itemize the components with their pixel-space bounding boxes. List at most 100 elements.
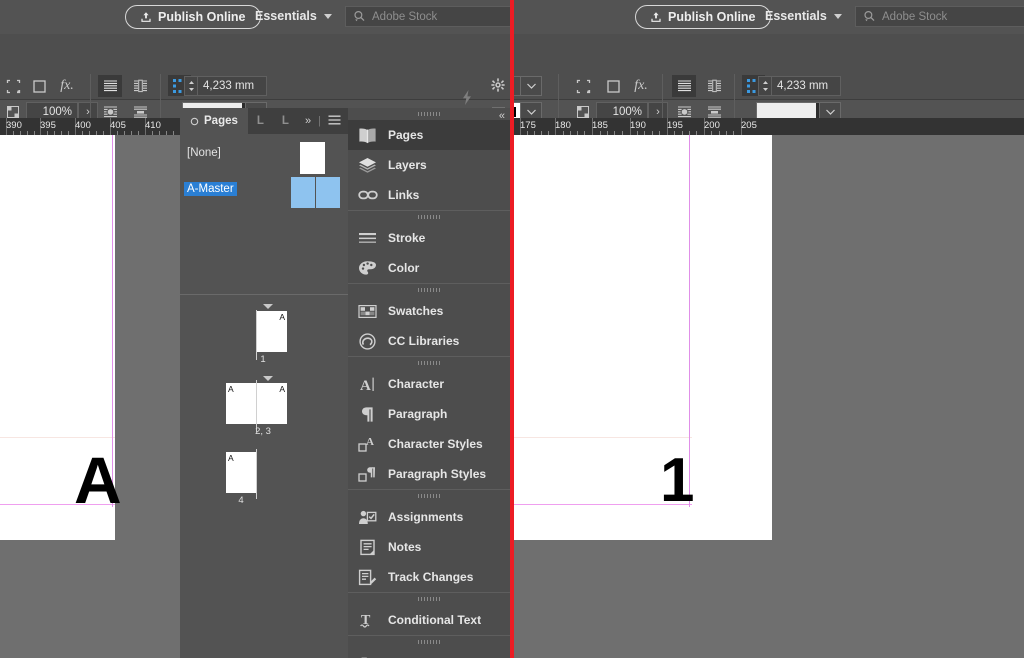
dock-item-notes[interactable]: Notes	[348, 532, 510, 562]
page-number-4[interactable]: 4	[230, 495, 252, 506]
gear-icon[interactable]	[488, 75, 508, 95]
horizontal-guide[interactable]	[514, 437, 692, 438]
master-name-a-master[interactable]: A-Master	[184, 182, 237, 196]
dock-item-character[interactable]: A Character	[348, 369, 510, 399]
tab-layers-shortcut[interactable]: L	[248, 108, 273, 134]
document-canvas-right[interactable]: 1	[514, 135, 1024, 658]
text-wrap-bounding-icon[interactable]	[702, 75, 726, 97]
select-content-icon[interactable]	[2, 76, 24, 96]
dock-group-grip[interactable]	[348, 636, 510, 648]
dock-item-label: Paragraph	[388, 407, 448, 421]
master-row-none[interactable]: [None]	[180, 142, 348, 174]
text-wrap-none-icon[interactable]	[672, 75, 696, 97]
horizontal-ruler-left[interactable]: 390 395 400 405 410	[0, 118, 180, 135]
horizontal-guide[interactable]	[0, 437, 115, 438]
offset-field[interactable]: 4,233 mm	[771, 76, 841, 96]
page-number-glyph[interactable]: 1	[660, 450, 694, 512]
fx-icon[interactable]: fx.	[630, 76, 652, 96]
dock-group-grip[interactable]	[348, 490, 510, 502]
search-icon	[353, 10, 366, 23]
text-wrap-bounding-icon[interactable]	[128, 75, 152, 97]
workspace-switcher[interactable]: Essentials	[765, 9, 842, 23]
container-icon[interactable]	[28, 76, 50, 96]
horizontal-ruler-right[interactable]: 175 180 185 190 195 200 205	[514, 118, 1024, 135]
dock-item-paragraph-styles[interactable]: Paragraph Styles	[348, 459, 510, 489]
dock-item-color[interactable]: Color	[348, 253, 510, 283]
master-row-a[interactable]: A-Master	[180, 177, 348, 209]
master-indicator-triangle	[263, 304, 273, 309]
dock-item-conditional-text[interactable]: T Conditional Text	[348, 605, 510, 635]
application-bar: Publish Online Essentials Adobe Stock	[514, 0, 1024, 34]
stepper-up-down-icon[interactable]	[758, 76, 771, 96]
comparison-pane-right: Publish Online Essentials Adobe Stock fx…	[514, 0, 1024, 658]
stepper-up-down-icon[interactable]	[184, 76, 197, 96]
chevron-down-icon[interactable]	[520, 77, 541, 95]
page-letter-glyph[interactable]: A	[74, 447, 122, 513]
comparison-split-divider	[510, 0, 514, 658]
dock-item-pages[interactable]: Pages	[348, 120, 510, 150]
dock-group-grip[interactable]	[348, 284, 510, 296]
dock-item-cc-libraries[interactable]: CC Libraries	[348, 326, 510, 356]
dock-item-links[interactable]: Links	[348, 180, 510, 210]
dock-item-track-changes[interactable]: Track Changes	[348, 562, 510, 592]
workspace-switcher[interactable]: Essentials	[255, 9, 332, 23]
page-spread-1[interactable]: A 1	[180, 296, 348, 376]
tab-divider: |	[318, 115, 321, 127]
tab-pages-label: Pages	[204, 115, 238, 127]
container-icon[interactable]	[602, 76, 624, 96]
tab-links-shortcut[interactable]: L	[273, 108, 298, 134]
master-thumb-a-right-page[interactable]	[316, 177, 340, 208]
dock-item-label: Character Styles	[388, 437, 483, 451]
dock-group-grip[interactable]	[348, 593, 510, 605]
panel-dock-left: « Pages Layers Links Stroke Color Swatches CC …	[348, 108, 510, 658]
fx-icon[interactable]: fx.	[56, 76, 78, 96]
master-name-none[interactable]: [None]	[184, 146, 224, 160]
page-master-letter: A	[228, 453, 234, 463]
tab-pages[interactable]: Pages	[180, 108, 248, 134]
pages-icon	[357, 125, 378, 146]
adobe-stock-placeholder: Adobe Stock	[372, 10, 438, 23]
dock-item-stroke[interactable]: Stroke	[348, 223, 510, 253]
double-chevron-right-icon[interactable]: »	[305, 115, 311, 127]
publish-online-label: Publish Online	[668, 10, 756, 24]
lightning-icon[interactable]	[456, 86, 478, 108]
swatches-grid-icon	[357, 301, 378, 322]
dock-group-grip[interactable]	[348, 357, 510, 369]
publish-online-button[interactable]: Publish Online	[125, 5, 261, 29]
select-content-icon[interactable]	[572, 76, 594, 96]
dock-item-data-merge[interactable]: Data Merge	[348, 648, 510, 658]
page-thumb-2[interactable]: A	[226, 383, 256, 424]
dock-item-swatches[interactable]: Swatches	[348, 296, 510, 326]
dock-item-assignments[interactable]: Assignments	[348, 502, 510, 532]
dock-item-layers[interactable]: Layers	[348, 150, 510, 180]
page-thumb-3[interactable]: A	[257, 383, 287, 424]
master-thumb-none[interactable]	[300, 142, 325, 174]
master-thumb-a-left-page[interactable]	[291, 177, 315, 208]
page-thumb-1[interactable]: A	[257, 311, 287, 352]
panel-divider[interactable]	[180, 294, 348, 295]
dock-item-character-styles[interactable]: A Character Styles	[348, 429, 510, 459]
page-master-letter: A	[279, 384, 285, 394]
page-thumb-4[interactable]: A	[226, 452, 256, 493]
page-number-2-3[interactable]: 2, 3	[242, 426, 284, 437]
document-canvas-left[interactable]: A	[0, 135, 180, 658]
page-number-1[interactable]: 1	[252, 354, 274, 365]
dock-group-grip[interactable]	[348, 108, 510, 120]
dock-item-label: Swatches	[388, 304, 444, 318]
adobe-stock-search[interactable]: Adobe Stock	[345, 6, 510, 27]
panel-menu-icon[interactable]	[328, 115, 341, 128]
dock-item-paragraph[interactable]: Paragraph	[348, 399, 510, 429]
svg-text:A: A	[366, 436, 374, 448]
text-wrap-none-icon[interactable]	[98, 75, 122, 97]
offset-field[interactable]: 4,233 mm	[197, 76, 267, 96]
dock-group-grip[interactable]	[348, 211, 510, 223]
notes-icon	[357, 537, 378, 558]
adobe-stock-search[interactable]: Adobe Stock	[855, 6, 1024, 27]
search-icon	[863, 10, 876, 23]
publish-online-button[interactable]: Publish Online	[635, 5, 771, 29]
page-spread-4[interactable]: A 4	[180, 444, 348, 524]
master-indicator-triangle	[263, 376, 273, 381]
page-spread-2-3[interactable]: A A 2, 3	[180, 372, 348, 452]
fill-color-selector[interactable]	[514, 76, 542, 96]
dock-item-label: Color	[388, 261, 420, 275]
